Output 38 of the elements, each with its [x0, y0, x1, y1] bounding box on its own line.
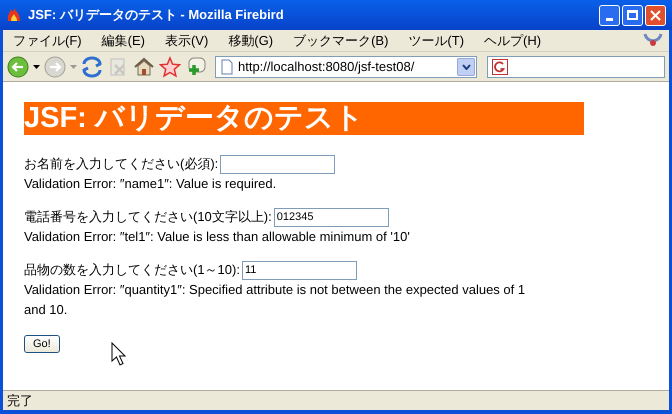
- menu-item[interactable]: 移動(G): [222, 30, 280, 50]
- menu-item[interactable]: ツール(T): [402, 30, 470, 50]
- error-message: Validation Error: ″tel1″: Value is less than allowable minimum of '10': [24, 228, 411, 246]
- minimize-button[interactable]: [599, 4, 620, 26]
- submit-button[interactable]: Go!: [24, 335, 60, 353]
- error-message: Validation Error: ″name1″: Value is required.: [24, 175, 278, 193]
- window-title: JSF: バリデータのテスト - Mozilla Firebird: [28, 6, 285, 24]
- search-field[interactable]: [487, 56, 665, 78]
- search-engine-icon: [492, 58, 508, 74]
- input-field[interactable]: 11: [242, 260, 357, 280]
- home-icon[interactable]: [133, 56, 155, 78]
- maximize-button[interactable]: [622, 4, 643, 26]
- error-message: Validation Error: ″quantity1″: Specified attribute is not between the expected values of 1 and 10.: [24, 281, 526, 319]
- caret-icon[interactable]: [33, 64, 40, 68]
- back-icon[interactable]: [7, 56, 29, 78]
- input-field[interactable]: 012345: [274, 208, 389, 226]
- menu-item[interactable]: ブックマーク(B): [287, 30, 394, 50]
- field-label: 電話番号を入力してください(10文字以上):: [24, 208, 272, 226]
- field-label: お名前を入力してください(必須):: [24, 155, 218, 173]
- chevron-down-icon: [462, 64, 470, 70]
- input-field[interactable]: [220, 154, 336, 174]
- status-text: 完了: [7, 392, 33, 410]
- dropdown-button[interactable]: [457, 58, 475, 76]
- close-button[interactable]: [645, 4, 666, 26]
- field-label: 品物の数を入力してください(1～10):: [24, 261, 240, 279]
- cursor-icon: [111, 342, 127, 366]
- menu-item[interactable]: 表示(V): [158, 30, 214, 50]
- close-icon: [650, 10, 661, 20]
- address-input[interactable]: http://localhost:8080/jsf-test08/: [238, 56, 457, 76]
- menu-item[interactable]: ファイル(F): [7, 30, 88, 50]
- page-heading: JSF: バリデータのテスト: [24, 102, 584, 135]
- menu-item[interactable]: ヘルプ(H): [478, 30, 548, 50]
- reload-icon[interactable]: [81, 56, 103, 78]
- address-field[interactable]: http://localhost:8080/jsf-test08/: [215, 56, 477, 78]
- app-logo-icon: [6, 7, 22, 23]
- star-icon[interactable]: [159, 56, 181, 78]
- page-icon: [220, 58, 234, 74]
- menu-item[interactable]: 編集(E): [96, 30, 151, 50]
